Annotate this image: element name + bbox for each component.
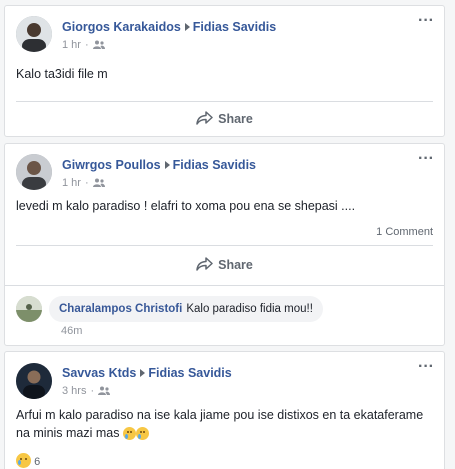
- more-options-icon[interactable]: ···: [418, 359, 434, 375]
- post-text-line-1: Arfui m kalo paradiso na ise kala jiame …: [16, 408, 424, 422]
- timestamp[interactable]: 1 hr: [62, 177, 81, 189]
- comment-text: Kalo paradiso fidia mou!!: [186, 303, 313, 315]
- post-author-line: Giwrgos Poullos Fidias Savidis: [62, 158, 256, 172]
- crying-face-icon: [135, 427, 149, 440]
- reaction-count: 6: [34, 456, 41, 468]
- post-meta: 3 hrs ·: [62, 385, 111, 397]
- friends-audience-icon[interactable]: [92, 40, 105, 49]
- share-button[interactable]: Share: [5, 257, 444, 277]
- divider: [16, 101, 433, 102]
- crying-face-icon: [122, 427, 136, 440]
- author-name[interactable]: Savvas Ktds: [62, 366, 136, 380]
- post-header: Savvas Ktds Fidias Savidis 3 hrs · ···: [5, 352, 444, 400]
- post-card: Giorgos Karakaidos Fidias Savidis 1 hr · ·…: [4, 5, 445, 137]
- author-name[interactable]: Giwrgos Poullos: [62, 158, 161, 172]
- target-name[interactable]: Fidias Savidis: [173, 158, 256, 172]
- avatar[interactable]: [16, 363, 52, 399]
- timestamp[interactable]: 3 hrs: [62, 385, 86, 397]
- target-name[interactable]: Fidias Savidis: [193, 20, 276, 34]
- timestamp[interactable]: 1 hr: [62, 39, 81, 51]
- friends-audience-icon[interactable]: [92, 178, 105, 187]
- target-name[interactable]: Fidias Savidis: [148, 366, 231, 380]
- post-meta: 1 hr ·: [62, 177, 105, 189]
- post-card: Giwrgos Poullos Fidias Savidis 1 hr · ··· …: [4, 143, 445, 346]
- post-author-line: Giorgos Karakaidos Fidias Savidis: [62, 20, 276, 34]
- share-arrow-icon: [196, 111, 213, 125]
- share-label: Share: [218, 112, 253, 126]
- commenter-avatar[interactable]: [16, 296, 42, 322]
- post-header: Giorgos Karakaidos Fidias Savidis 1 hr · ·…: [5, 6, 444, 54]
- post-text: levedi m kalo paradiso ! elafri to xoma …: [16, 199, 356, 213]
- comment-count-link[interactable]: 1 Comment: [376, 226, 433, 238]
- separator-dot: ·: [84, 39, 89, 51]
- comment-author[interactable]: Charalampos Christofi: [59, 303, 182, 315]
- post-header: Giwrgos Poullos Fidias Savidis 1 hr · ···: [5, 144, 444, 192]
- arrow-right-icon: [164, 161, 170, 169]
- share-label: Share: [218, 258, 253, 272]
- sad-reaction-icon: [16, 453, 31, 468]
- avatar[interactable]: [16, 16, 52, 52]
- arrow-right-icon: [184, 23, 190, 31]
- post-text-line-2: na minis mazi mas: [16, 426, 149, 440]
- friends-audience-icon[interactable]: [98, 386, 111, 395]
- separator-dot: ·: [90, 385, 95, 397]
- post-author-line: Savvas Ktds Fidias Savidis: [62, 366, 232, 380]
- avatar[interactable]: [16, 154, 52, 190]
- share-button[interactable]: Share: [5, 111, 444, 131]
- comment-bubble: Charalampos Christofi Kalo paradiso fidia…: [49, 296, 323, 322]
- author-name[interactable]: Giorgos Karakaidos: [62, 20, 181, 34]
- share-arrow-icon: [196, 257, 213, 271]
- arrow-right-icon: [140, 369, 146, 377]
- post-text-line-2-text: na minis mazi mas: [16, 426, 120, 440]
- post-meta: 1 hr ·: [62, 39, 105, 51]
- comment-timestamp[interactable]: 46m: [61, 325, 82, 337]
- divider: [5, 285, 444, 286]
- separator-dot: ·: [84, 177, 89, 189]
- more-options-icon[interactable]: ···: [418, 151, 434, 167]
- post-text: Kalo ta3idi file m: [16, 67, 108, 81]
- post-card: Savvas Ktds Fidias Savidis 3 hrs · ··· Arf…: [4, 351, 445, 469]
- reaction-summary[interactable]: 6: [16, 453, 40, 468]
- more-options-icon[interactable]: ···: [418, 13, 434, 29]
- divider: [16, 245, 433, 246]
